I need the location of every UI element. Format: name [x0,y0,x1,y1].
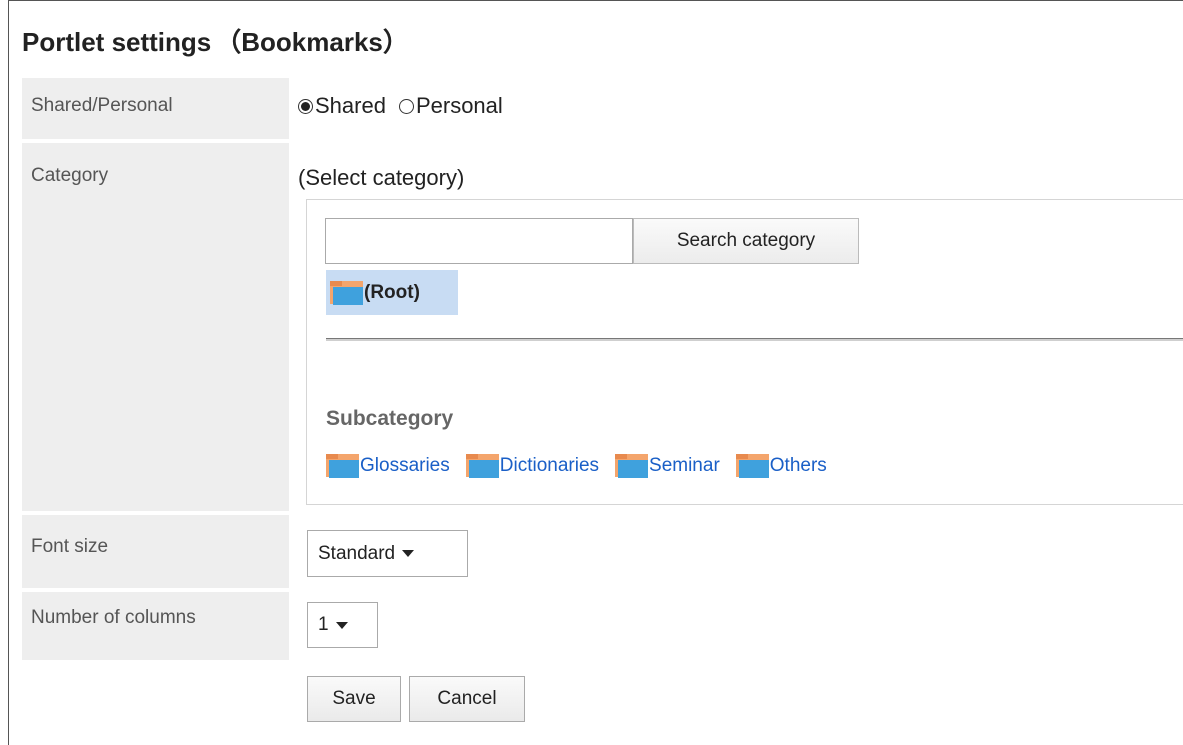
columns-select[interactable]: 1 [307,602,378,648]
folder-icon [330,280,363,305]
radio-personal-label: Personal [415,93,503,118]
subcategory-link-seminar[interactable]: Seminar [615,454,720,478]
subcategory-link-dictionaries[interactable]: Dictionaries [465,454,599,478]
folder-icon [615,454,649,478]
cancel-button[interactable]: Cancel [409,676,525,722]
subcategory-link-others[interactable]: Others [735,454,827,478]
folder-icon [326,454,359,478]
font-size-label: Font size [22,515,289,588]
folder-icon [465,454,499,478]
shared-personal-radio-group: Shared Personal [298,93,503,119]
radio-shared[interactable]: Shared [298,93,386,119]
selected-category-text: (Select category) [298,165,465,190]
category-label: Category [22,143,289,511]
search-category-button[interactable]: Search category [633,218,859,264]
page-title: Portlet settings （Bookmarks） [22,22,409,59]
category-search-input[interactable] [325,218,633,264]
save-button[interactable]: Save [307,676,401,722]
subcategory-title: Subcategory [326,407,454,430]
shared-personal-label: Shared/Personal [22,78,289,139]
subcategory-label[interactable]: Seminar [649,455,720,477]
subcategory-label[interactable]: Glossaries [360,455,450,477]
folder-icon [735,454,769,478]
chevron-down-icon [335,621,348,629]
category-selector-box: Search category (Root) Subcategory Gloss… [306,199,1183,505]
columns-label: Number of columns [22,592,289,660]
chevron-down-icon [402,550,415,557]
category-root-node[interactable]: (Root) [326,270,458,315]
font-size-value: Standard [318,542,396,564]
page-title-text: Portlet settings [22,27,212,57]
columns-value: 1 [318,614,329,635]
font-size-select[interactable]: Standard [307,530,468,577]
subcategory-label[interactable]: Others [770,455,827,477]
root-label: (Root) [364,281,420,303]
radio-shared-label: Shared [315,93,386,118]
radio-checked-icon[interactable] [298,98,313,114]
subcategory-list: Glossaries Dictionaries Seminar Others [326,454,843,478]
page-title-suffix: （Bookmarks） [215,27,409,57]
radio-unchecked-icon[interactable] [398,98,414,114]
radio-personal[interactable]: Personal [398,93,503,119]
divider [326,338,1183,341]
subcategory-link-glossaries[interactable]: Glossaries [326,454,450,478]
subcategory-label[interactable]: Dictionaries [500,455,599,477]
